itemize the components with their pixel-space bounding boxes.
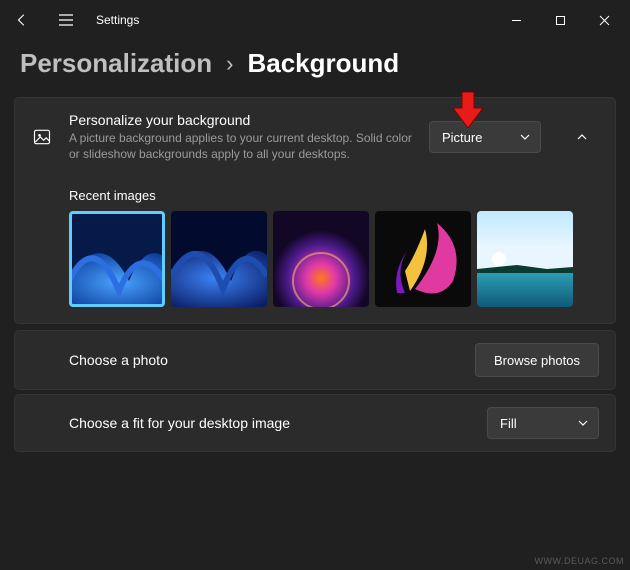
- fit-dropdown[interactable]: Fill: [487, 407, 599, 439]
- browse-photos-button[interactable]: Browse photos: [475, 343, 599, 377]
- personalize-background-card: Personalize your background A picture ba…: [14, 97, 616, 324]
- back-button[interactable]: [4, 2, 40, 38]
- chevron-down-icon: [578, 418, 588, 428]
- personalize-subtitle: A picture background applies to your cur…: [69, 130, 413, 162]
- recent-image-2[interactable]: [171, 211, 267, 307]
- collapse-button[interactable]: [565, 121, 599, 153]
- picture-icon: [31, 126, 53, 148]
- background-type-dropdown[interactable]: Picture: [429, 121, 541, 153]
- breadcrumb: Personalization › Background: [0, 40, 630, 97]
- choose-photo-label: Choose a photo: [69, 352, 459, 368]
- choose-fit-label: Choose a fit for your desktop image: [69, 415, 471, 431]
- callout-arrow-icon: [453, 92, 483, 128]
- fit-dropdown-value: Fill: [500, 416, 517, 431]
- recent-image-3[interactable]: [273, 211, 369, 307]
- titlebar: Settings: [0, 0, 630, 40]
- chevron-down-icon: [520, 132, 530, 142]
- choose-photo-row: Choose a photo Browse photos: [14, 330, 616, 390]
- recent-images-label: Recent images: [69, 188, 599, 203]
- recent-image-4[interactable]: [375, 211, 471, 307]
- recent-image-5[interactable]: [477, 211, 573, 307]
- recent-image-1[interactable]: [69, 211, 165, 307]
- maximize-button[interactable]: [538, 0, 582, 40]
- recent-images-grid: [69, 211, 599, 307]
- breadcrumb-parent[interactable]: Personalization: [20, 48, 212, 79]
- chevron-up-icon: [577, 132, 587, 142]
- window-title: Settings: [96, 13, 139, 27]
- choose-fit-row: Choose a fit for your desktop image Fill: [14, 394, 616, 452]
- minimize-button[interactable]: [494, 0, 538, 40]
- dropdown-value: Picture: [442, 130, 482, 145]
- close-button[interactable]: [582, 0, 626, 40]
- chevron-right-icon: ›: [226, 51, 233, 77]
- personalize-title: Personalize your background: [69, 112, 413, 128]
- menu-button[interactable]: [48, 2, 84, 38]
- breadcrumb-current: Background: [247, 48, 399, 79]
- watermark: WWW.DEUAG.COM: [535, 556, 625, 566]
